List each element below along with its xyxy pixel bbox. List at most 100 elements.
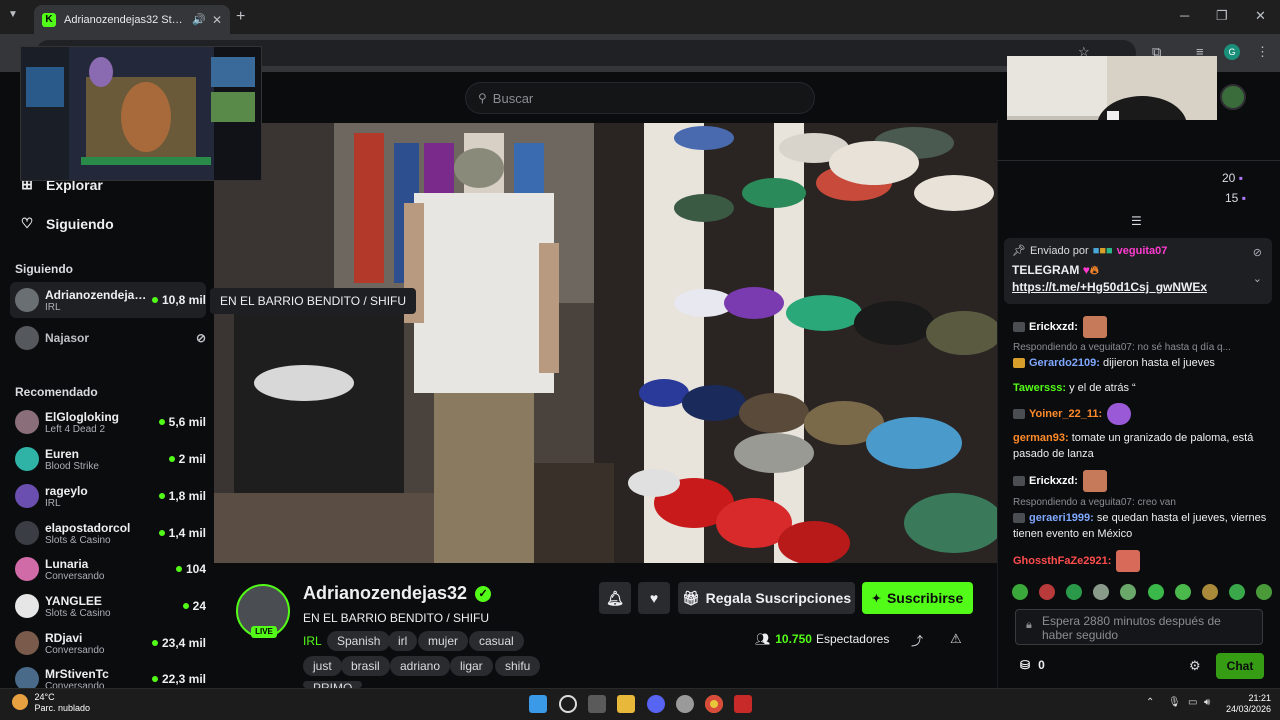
- tab-search-icon[interactable]: ▼: [8, 9, 18, 20]
- subscribe-button[interactable]: ✦ Suscribirse: [862, 582, 973, 614]
- verified-icon: ✓: [475, 585, 492, 602]
- avatar: [15, 631, 39, 655]
- unpin-icon[interactable]: ⊘: [1253, 246, 1262, 259]
- following-channel[interactable]: Najasor ⊘: [10, 320, 206, 356]
- weather-widget[interactable]: 24°C Parc. nublado: [12, 692, 90, 714]
- volume-icon[interactable]: 🔊︎: [1204, 697, 1210, 708]
- avatar: [15, 557, 39, 581]
- chat-send-button[interactable]: Chat: [1216, 653, 1264, 679]
- microphone-icon[interactable]: 🎙︎: [1168, 697, 1181, 708]
- gift-label: Regala Suscripciones: [705, 590, 852, 606]
- recommended-channel[interactable]: RDjavi Conversando 23,4 mil: [10, 625, 206, 661]
- channel-name-title[interactable]: Adrianozendejas32 ✓: [303, 583, 492, 604]
- search-icon[interactable]: [559, 695, 577, 713]
- channel-name: YANGLEE: [45, 593, 102, 608]
- heart-icon: ♡: [20, 215, 34, 231]
- channel-name: Najasor: [45, 331, 90, 345]
- emote-icon[interactable]: [1012, 584, 1028, 600]
- gift-subs-button[interactable]: 🎁︎ Regala Suscripciones: [678, 582, 855, 614]
- emote-icon[interactable]: [1093, 584, 1110, 600]
- tray-chevron-icon[interactable]: ⌃: [1146, 697, 1154, 708]
- maximize-icon[interactable]: ❐: [1216, 8, 1228, 24]
- live-dot-icon: [182, 603, 189, 609]
- emote-icon[interactable]: [1201, 584, 1218, 600]
- share-icon[interactable]: ⤴: [911, 632, 923, 649]
- chat-message: geraeri1999: se quedan hasta el jueves, …: [1013, 512, 1267, 540]
- search-input[interactable]: ⚲ Buscar: [465, 82, 815, 114]
- discord-icon[interactable]: [647, 695, 665, 713]
- avatar: [15, 484, 39, 508]
- emote-icon[interactable]: [1039, 584, 1056, 600]
- pinned-user[interactable]: veguita07: [1117, 245, 1168, 257]
- emote-icon[interactable]: [1255, 584, 1272, 600]
- avatar: [15, 410, 39, 434]
- recommended-channel[interactable]: Euren Blood Strike 2 mil: [10, 441, 206, 477]
- emote-icon[interactable]: [1228, 584, 1245, 600]
- file-explorer-icon[interactable]: [617, 695, 635, 713]
- chevron-down-icon[interactable]: ⌄: [1253, 272, 1262, 285]
- tag[interactable]: Spanish: [327, 631, 391, 651]
- points-balance[interactable]: ⛁ 0: [1020, 658, 1045, 672]
- minimize-icon[interactable]: ─: [1180, 8, 1189, 23]
- pinned-message[interactable]: 📌︎ Enviado por ■ ■ ■ veguita07 TELEGRAM ♥🔥…: [1004, 238, 1272, 304]
- emote-icon[interactable]: [1147, 584, 1164, 600]
- close-window-icon[interactable]: ✕: [1255, 8, 1266, 24]
- chat-message: Yoiner_22_11:: [1013, 403, 1269, 425]
- notification-bell-button[interactable]: 🔔︎: [599, 582, 631, 614]
- recommended-channel[interactable]: ElGlogloking Left 4 Dead 2 5,6 mil: [10, 404, 206, 440]
- app-icon[interactable]: [676, 695, 694, 713]
- badges-icon: ■: [1092, 244, 1100, 257]
- bell-icon: 🔔︎: [606, 589, 624, 606]
- emote-icon[interactable]: [1066, 584, 1083, 600]
- kick-logo-icon: K: [42, 12, 56, 27]
- chrome-icon[interactable]: [705, 695, 723, 713]
- tag[interactable]: just: [303, 656, 342, 676]
- app-icon[interactable]: [734, 695, 752, 713]
- emote-icon[interactable]: [1120, 584, 1137, 600]
- star-icon: ✦: [871, 592, 881, 605]
- tag[interactable]: PRIMO: [303, 681, 363, 688]
- close-tab-icon[interactable]: ✕: [212, 13, 222, 27]
- task-view-icon[interactable]: [588, 695, 606, 713]
- tag[interactable]: brasil: [341, 656, 390, 676]
- recommended-channel[interactable]: elapostadorcol Slots & Casino 1,4 mil: [10, 515, 206, 551]
- gifter-count: 15 ▪: [1225, 191, 1246, 205]
- following-channel[interactable]: Adrianozendejas32 IRL 10,8 mil: [10, 282, 206, 318]
- chat-input[interactable]: Espera 2880 minutos después de haber seg…: [1015, 609, 1263, 645]
- filter-icon[interactable]: ☰: [1131, 214, 1142, 228]
- channel-category: Conversando: [45, 570, 105, 582]
- stream-category[interactable]: IRL: [303, 634, 322, 648]
- windows-start-icon[interactable]: [529, 695, 547, 713]
- avatar: [15, 326, 39, 350]
- recommended-channel[interactable]: rageylo IRL 1,8 mil: [10, 478, 206, 514]
- recommended-channel[interactable]: YANGLEE Slots & Casino 24: [10, 588, 206, 624]
- recommended-channel[interactable]: Lunaria Conversando 104: [10, 551, 206, 587]
- video-player[interactable]: [214, 123, 997, 563]
- profile-avatar[interactable]: G: [1224, 44, 1240, 60]
- tag[interactable]: casual: [469, 631, 524, 651]
- browser-menu-icon[interactable]: ⋮: [1256, 44, 1269, 60]
- speaker-icon[interactable]: 🔊: [192, 13, 206, 26]
- tag[interactable]: shifu: [495, 656, 541, 676]
- report-warning-icon[interactable]: ⚠: [950, 631, 962, 647]
- nav-siguiendo[interactable]: ♡ Siguiendo: [18, 215, 114, 232]
- search-placeholder: Buscar: [492, 90, 534, 106]
- tag[interactable]: mujer: [418, 631, 469, 651]
- viewer-count: 1,4 mil: [168, 526, 206, 540]
- clock[interactable]: 21:21 24/03/2026: [1226, 693, 1271, 715]
- lock-icon: 🔒︎: [1026, 619, 1032, 631]
- follow-button[interactable]: ♥: [638, 582, 670, 614]
- chat-divider: [997, 160, 1280, 161]
- tag[interactable]: ligar: [450, 656, 493, 676]
- tag[interactable]: adriano: [390, 656, 451, 676]
- user-avatar[interactable]: [1220, 84, 1246, 110]
- recommended-header: Recomendado: [15, 385, 98, 399]
- tag[interactable]: irl: [388, 631, 418, 651]
- browser-tab[interactable]: K Adrianozendejas32 Stream - Watch 🔊 ✕: [34, 5, 230, 34]
- gear-icon[interactable]: ⚙: [1189, 658, 1201, 674]
- new-tab-icon[interactable]: +: [236, 8, 245, 26]
- network-icon[interactable]: ▭: [1188, 697, 1197, 708]
- emote-icon[interactable]: [1174, 584, 1191, 600]
- live-dot-icon: [158, 493, 165, 499]
- pinned-link[interactable]: https://t.me/+Hg50d1Csj_gwNWEx: [1012, 280, 1264, 294]
